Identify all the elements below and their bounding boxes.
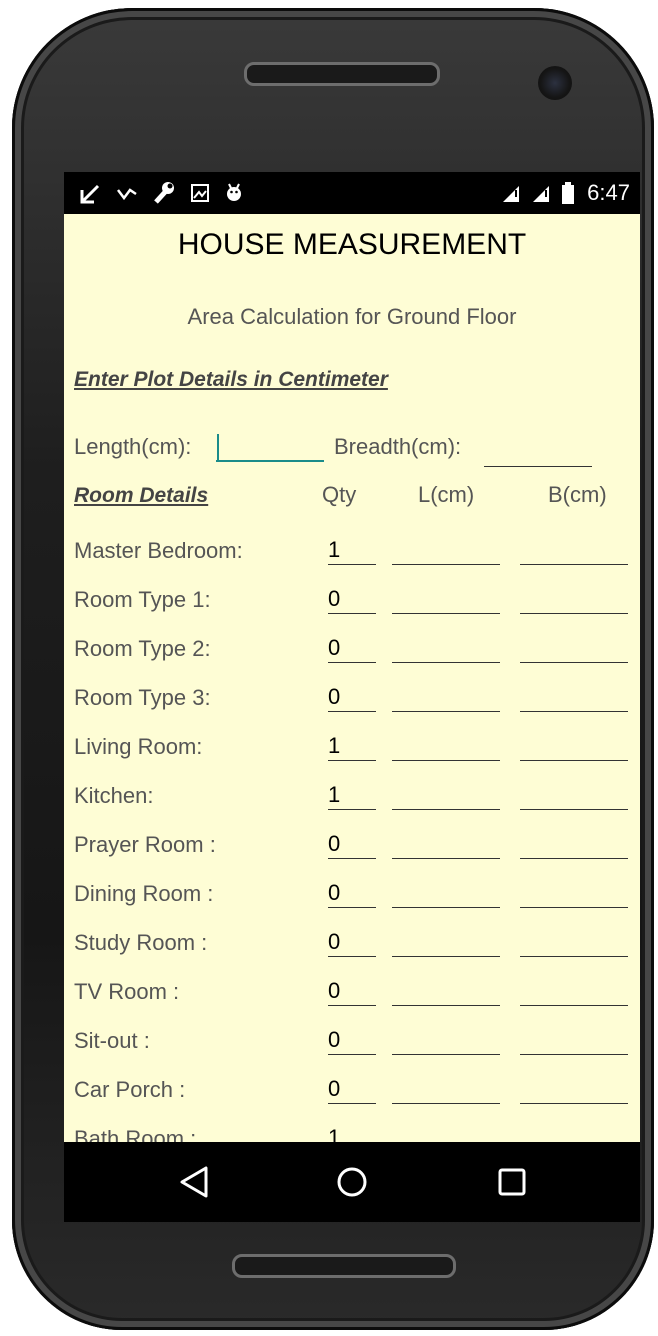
image-icon: [191, 184, 209, 202]
room-row: Study Room : 0: [64, 920, 640, 969]
room-breadth-input[interactable]: [520, 634, 628, 663]
navigation-bar: [64, 1142, 640, 1222]
room-qty-input[interactable]: 0: [328, 683, 376, 712]
qty-column-header: Qty: [322, 482, 357, 507]
system-status: 6:47: [501, 178, 630, 208]
room-qty-input[interactable]: 0: [328, 830, 376, 859]
room-row: Master Bedroom: 1: [64, 528, 640, 577]
room-row: Dining Room : 0: [64, 871, 640, 920]
room-label: Room Type 2:: [74, 636, 211, 661]
room-length-input[interactable]: [392, 585, 500, 614]
room-row: Living Room: 1: [64, 724, 640, 773]
android-icon: [227, 183, 241, 201]
room-row: Sit-out : 0: [64, 1018, 640, 1067]
room-qty-input[interactable]: 0: [328, 879, 376, 908]
room-qty-input[interactable]: 1: [328, 781, 376, 810]
length-label: Length(cm):: [74, 434, 192, 459]
plot-details-heading: Enter Plot Details in Centimeter: [74, 368, 388, 391]
room-breadth-input[interactable]: [520, 683, 628, 712]
room-label: Master Bedroom:: [74, 538, 243, 563]
room-breadth-input[interactable]: [520, 1026, 628, 1055]
status-bar: 6:47: [64, 172, 640, 214]
room-row: Kitchen: 1: [64, 773, 640, 822]
room-length-input[interactable]: [392, 879, 500, 908]
room-label: Prayer Room :: [74, 832, 216, 857]
page-subtitle: Area Calculation for Ground Floor: [187, 304, 517, 329]
back-triangle-icon[interactable]: [174, 1162, 214, 1202]
room-length-input[interactable]: [392, 732, 500, 761]
breadth-label: Breadth(cm):: [334, 434, 462, 459]
earpiece-speaker: [244, 62, 440, 86]
room-qty-input[interactable]: 0: [328, 1026, 376, 1055]
room-qty-input[interactable]: 1: [328, 732, 376, 761]
room-label: Kitchen:: [74, 783, 154, 808]
room-label: TV Room :: [74, 979, 180, 1004]
phone-frame: 6:47 HOUSE MEASUREMENT Area Calculation …: [12, 8, 654, 1330]
bottom-speaker: [232, 1254, 456, 1278]
room-length-input[interactable]: [392, 830, 500, 859]
room-label: Sit-out :: [74, 1028, 150, 1053]
room-length-input[interactable]: [392, 536, 500, 565]
arrow-icon: [80, 184, 100, 204]
room-label: Car Porch :: [74, 1077, 186, 1102]
room-row: Room Type 3: 0: [64, 675, 640, 724]
length-column-header: L(cm): [418, 482, 475, 507]
breadth-column-header: B(cm): [548, 482, 607, 507]
room-qty-input[interactable]: 0: [328, 977, 376, 1006]
length-input[interactable]: [216, 432, 324, 462]
room-length-input[interactable]: [392, 977, 500, 1006]
room-breadth-input[interactable]: [520, 977, 628, 1006]
room-label: Dining Room :: [74, 881, 214, 906]
room-breadth-input[interactable]: [520, 585, 628, 614]
text-cursor: [217, 434, 219, 460]
room-row: Room Type 1: 0: [64, 577, 640, 626]
wrench-icon: [154, 182, 174, 204]
room-breadth-input[interactable]: [520, 781, 628, 810]
app-content: HOUSE MEASUREMENT Area Calculation for G…: [64, 214, 640, 1153]
room-breadth-input[interactable]: [520, 1075, 628, 1104]
room-qty-input[interactable]: 0: [328, 1075, 376, 1104]
room-length-input[interactable]: [392, 634, 500, 663]
room-row: Room Type 2: 0: [64, 626, 640, 675]
room-row: Prayer Room : 0: [64, 822, 640, 871]
room-breadth-input[interactable]: [520, 879, 628, 908]
room-qty-input[interactable]: 0: [328, 585, 376, 614]
page-title: HOUSE MEASUREMENT: [177, 228, 527, 261]
room-row: TV Room : 0: [64, 969, 640, 1018]
room-length-input[interactable]: [392, 781, 500, 810]
front-camera: [538, 66, 572, 100]
notification-icons: [78, 178, 244, 206]
room-breadth-input[interactable]: [520, 732, 628, 761]
signal-wave-icon: [117, 188, 137, 201]
signal-strength-icon-2: [533, 186, 550, 202]
room-length-input[interactable]: [392, 1075, 500, 1104]
room-row: Car Porch : 0: [64, 1067, 640, 1116]
room-details-heading: Room Details: [74, 484, 209, 507]
room-length-input[interactable]: [392, 928, 500, 957]
room-qty-input[interactable]: 1: [328, 536, 376, 565]
home-circle-icon[interactable]: [332, 1162, 372, 1202]
breadth-input[interactable]: [484, 438, 592, 467]
recents-square-icon[interactable]: [492, 1162, 532, 1202]
clock: 6:47: [587, 180, 630, 205]
room-breadth-input[interactable]: [520, 830, 628, 859]
room-label: Room Type 1:: [74, 587, 211, 612]
room-qty-input[interactable]: 0: [328, 928, 376, 957]
room-length-input[interactable]: [392, 1026, 500, 1055]
battery-icon: [562, 182, 575, 204]
room-length-input[interactable]: [392, 683, 500, 712]
room-label: Study Room :: [74, 930, 208, 955]
room-label: Room Type 3:: [74, 685, 211, 710]
signal-strength-icon: [503, 186, 520, 202]
room-qty-input[interactable]: 0: [328, 634, 376, 663]
screen: 6:47 HOUSE MEASUREMENT Area Calculation …: [64, 172, 640, 1222]
room-breadth-input[interactable]: [520, 928, 628, 957]
room-label: Living Room:: [74, 734, 203, 759]
room-breadth-input[interactable]: [520, 536, 628, 565]
